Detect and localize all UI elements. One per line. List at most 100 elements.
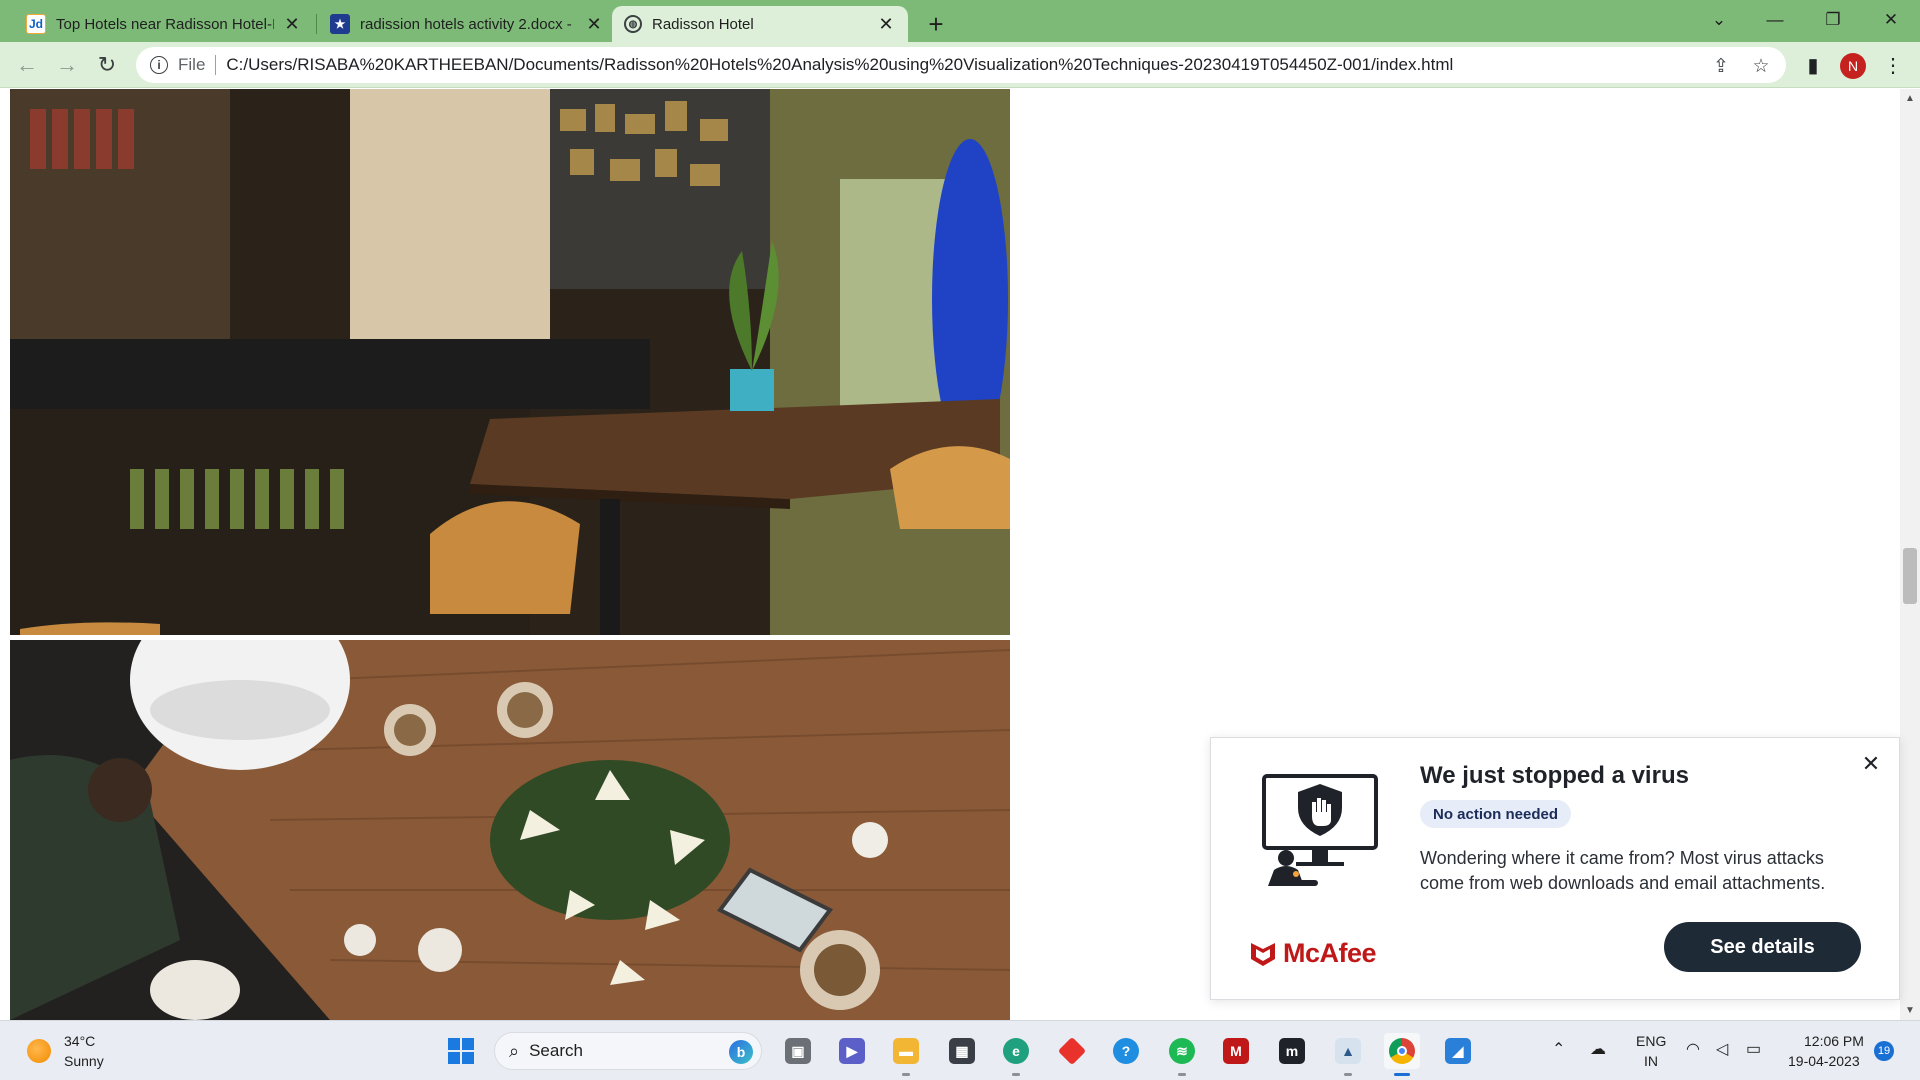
browser-toolbar: ← → ↻ i File C:/Users/RISABA%20KARTHEEBA…	[0, 42, 1920, 88]
scroll-up-icon[interactable]: ▲	[1903, 91, 1917, 105]
bing-icon[interactable]: b	[729, 1040, 753, 1064]
wifi-icon[interactable]: ◠	[1686, 1039, 1700, 1059]
side-panel-icon[interactable]: ▮	[1798, 50, 1828, 80]
clock-time[interactable]: 12:06 PM	[1804, 1033, 1864, 1049]
cafe-interior-photo	[10, 89, 1010, 635]
windows-start-icon	[448, 1038, 474, 1064]
share-icon[interactable]: ⇪	[1710, 55, 1732, 77]
close-icon[interactable]: ✕	[282, 14, 302, 34]
forward-button[interactable]: →	[50, 48, 84, 82]
tab-strip: Jd Top Hotels near Radisson Hotel-I ✕ ★ …	[0, 0, 1920, 42]
sun-icon[interactable]	[27, 1039, 51, 1063]
windows-start-button[interactable]	[443, 1033, 479, 1069]
weather-temperature[interactable]: 34°C	[64, 1033, 95, 1049]
app-blue-button[interactable]: ◢	[1440, 1033, 1476, 1069]
reload-button[interactable]: ↻	[90, 48, 124, 82]
menu-kebab-icon[interactable]: ⋮	[1878, 50, 1908, 80]
tab-label: radission hotels activity 2.docx - |	[360, 15, 576, 33]
tab-docx[interactable]: ★ radission hotels activity 2.docx - | ✕	[318, 6, 616, 42]
mcafee-notification-popup: We just stopped a virus No action needed…	[1210, 737, 1900, 1000]
file-explorer-icon: ▬	[893, 1038, 919, 1064]
new-tab-button[interactable]: +	[920, 8, 952, 40]
app-photo-button[interactable]: ▲	[1330, 1033, 1366, 1069]
spotify-button[interactable]: ≋	[1164, 1033, 1200, 1069]
mcafee-shield-icon	[1251, 942, 1275, 966]
popup-message: Wondering where it came from? Most virus…	[1420, 848, 1826, 893]
scheme-label: File	[178, 55, 206, 74]
scroll-down-icon[interactable]: ▼	[1903, 1003, 1917, 1017]
microsoft-store-icon: ▦	[949, 1038, 975, 1064]
cafe-interior-illustration	[10, 89, 1010, 635]
help-button[interactable]: ?	[1108, 1033, 1144, 1069]
chrome-icon	[1389, 1038, 1415, 1064]
tab-label: Radisson Hotel	[652, 15, 754, 33]
file-explorer-button[interactable]: ▬	[888, 1033, 924, 1069]
close-window-button[interactable]: ✕	[1862, 0, 1920, 40]
info-icon[interactable]: i	[150, 56, 168, 74]
scrollbar-thumb[interactable]	[1903, 548, 1917, 604]
edge-button[interactable]: e	[998, 1033, 1034, 1069]
running-indicator	[1178, 1073, 1186, 1076]
tab-divider	[316, 14, 317, 34]
language-indicator[interactable]: ENG	[1636, 1033, 1666, 1049]
see-details-button[interactable]: See details	[1664, 922, 1861, 972]
app-photo-icon: ▲	[1335, 1038, 1361, 1064]
virus-stopped-illustration-icon	[1262, 774, 1378, 886]
mcafee-icon: M	[1223, 1038, 1249, 1064]
app-red-diamond-button[interactable]	[1054, 1033, 1090, 1069]
teams-button[interactable]: ▶	[834, 1033, 870, 1069]
app-m-icon: m	[1279, 1038, 1305, 1064]
minimize-button[interactable]: —	[1746, 0, 1804, 40]
url-text[interactable]: C:/Users/RISABA%20KARTHEEBAN/Documents/R…	[226, 55, 1786, 75]
chevron-up-icon[interactable]: ⌃	[1552, 1039, 1565, 1059]
tab-radisson[interactable]: ◍ Radisson Hotel ✕	[612, 6, 908, 42]
mcafee-wordmark: McAfee	[1283, 938, 1377, 968]
profile-avatar[interactable]: N	[1840, 53, 1866, 79]
address-bar[interactable]: i File C:/Users/RISABA%20KARTHEEBAN/Docu…	[136, 47, 1786, 83]
status-badge: No action needed	[1420, 800, 1572, 828]
dining-table-photo	[10, 640, 1010, 1020]
help-icon: ?	[1113, 1038, 1139, 1064]
document-icon: ★	[330, 14, 350, 34]
chrome-button[interactable]	[1384, 1033, 1420, 1069]
close-icon[interactable]: ✕	[584, 14, 604, 34]
mcafee-button[interactable]: M	[1218, 1033, 1254, 1069]
app-blue-icon: ◢	[1445, 1038, 1471, 1064]
spotify-icon: ≋	[1169, 1038, 1195, 1064]
popup-title: We just stopped a virus	[1420, 762, 1689, 789]
weather-description[interactable]: Sunny	[64, 1053, 104, 1069]
app-m-button[interactable]: m	[1274, 1033, 1310, 1069]
dining-table-illustration	[10, 640, 1010, 1020]
microsoft-store-button[interactable]: ▦	[944, 1033, 980, 1069]
battery-icon[interactable]: ▭	[1746, 1039, 1761, 1059]
running-indicator	[1344, 1073, 1352, 1076]
mcafee-logo: McAfee	[1249, 938, 1377, 969]
close-icon[interactable]: ✕	[1859, 751, 1883, 776]
back-button[interactable]: ←	[10, 48, 44, 82]
onedrive-cloud-icon[interactable]: ☁	[1590, 1039, 1606, 1059]
restore-button[interactable]: ❐	[1804, 0, 1862, 40]
globe-icon: ◍	[624, 15, 642, 33]
running-indicator	[902, 1073, 910, 1076]
close-icon[interactable]: ✕	[876, 14, 896, 34]
task-view-icon: ▣	[785, 1038, 811, 1064]
tab-justdial[interactable]: Jd Top Hotels near Radisson Hotel-I ✕	[14, 6, 314, 42]
tab-search-chevron-icon[interactable]: ⌄	[1690, 0, 1748, 40]
windows-taskbar: 34°C Sunny ⌕ Search b ▣ ▶ ▬ ▦ e ? ≋ M m …	[0, 1020, 1920, 1080]
active-indicator	[1394, 1073, 1410, 1076]
region-indicator[interactable]: IN	[1644, 1053, 1658, 1069]
justdial-icon: Jd	[26, 14, 46, 34]
search-icon: ⌕	[509, 1040, 520, 1061]
teams-icon: ▶	[839, 1038, 865, 1064]
bookmark-star-icon[interactable]: ☆	[1750, 55, 1772, 77]
address-divider	[215, 55, 217, 75]
task-view-button[interactable]: ▣	[780, 1033, 816, 1069]
taskbar-search-box[interactable]: ⌕ Search b	[494, 1032, 762, 1070]
speaker-icon[interactable]: ◁	[1716, 1039, 1728, 1059]
running-indicator	[1012, 1073, 1020, 1076]
search-label: Search	[529, 1041, 583, 1060]
edge-icon: e	[1003, 1038, 1029, 1064]
app-red-diamond-icon	[1057, 1036, 1087, 1066]
notification-count-badge[interactable]: 19	[1874, 1041, 1894, 1061]
clock-date[interactable]: 19-04-2023	[1788, 1053, 1860, 1069]
